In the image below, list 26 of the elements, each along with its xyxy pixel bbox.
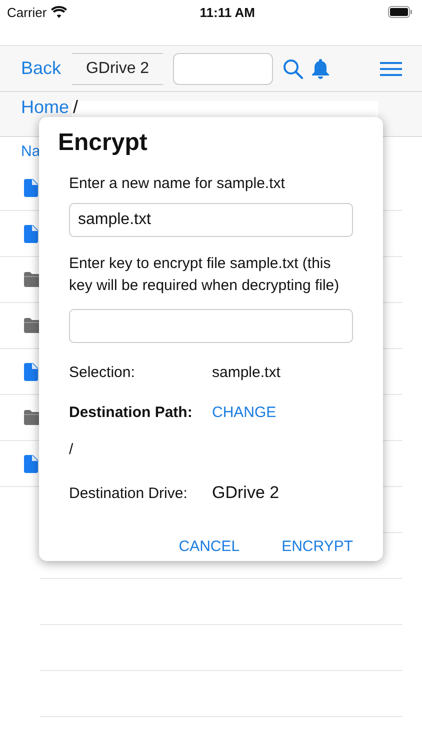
menu-icon[interactable] — [380, 62, 402, 76]
search-field[interactable] — [173, 52, 273, 84]
dialog-button[interactable]: ENCRYPT — [282, 538, 353, 555]
selection-value: sample.txt — [212, 364, 280, 380]
destination-path-value: / — [69, 441, 74, 460]
carrier-label: Carrier — [7, 4, 47, 20]
destination-drive-value: GDrive 2 — [212, 483, 280, 503]
home-link[interactable]: Home — [21, 97, 70, 117]
selection-label: Selection: — [69, 364, 136, 380]
dialog-title: Encrypt — [58, 129, 148, 157]
battery-icon — [388, 6, 412, 18]
wifi-icon — [50, 6, 67, 18]
drive-picker[interactable]: GDrive 2 — [72, 52, 163, 84]
bell-icon[interactable] — [311, 58, 330, 79]
path-separator: / — [73, 97, 78, 117]
dialog-button[interactable]: CANCEL — [178, 538, 240, 555]
back-button[interactable]: Back — [21, 58, 72, 79]
name-label: Enter a new name for sample.txt — [69, 174, 286, 194]
destination-path-label: Destination Path: — [69, 404, 194, 420]
clock: 11:11 AM — [200, 4, 255, 20]
name-field[interactable]: sample.txt — [69, 203, 353, 237]
key-label: Enter key to encrypt file sample.txt (this key will be required when decrypting file) — [69, 254, 340, 296]
change-button[interactable]: CHANGE — [212, 404, 276, 420]
key-field[interactable] — [69, 309, 353, 343]
destination-drive-label: Destination Drive: — [69, 484, 188, 502]
search-icon[interactable] — [283, 58, 303, 78]
